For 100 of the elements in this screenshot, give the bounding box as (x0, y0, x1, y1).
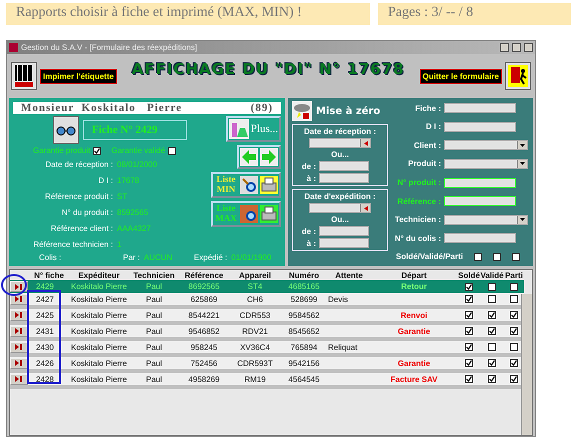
page-counter: Pages : 3/ -- / 8 (378, 3, 571, 25)
checkbox[interactable] (488, 359, 496, 367)
scrollbar[interactable] (521, 294, 532, 435)
table-row[interactable]: 2430 Koskitalo Pierre Paul 958245 XV36C4 765894 Reliquat (10, 341, 524, 357)
table-cell-text: 625869 (190, 294, 218, 304)
table-cell-text: Paul (144, 342, 163, 352)
checkbox[interactable] (488, 327, 496, 335)
column-header: Validé (480, 270, 504, 280)
column-header: N° fiche (33, 270, 65, 280)
checkbox[interactable] (465, 343, 473, 351)
column-header: Attente (334, 270, 364, 280)
record-pointer-icon (15, 296, 23, 302)
print-label-button[interactable]: Impimer l'étiquette (40, 68, 117, 84)
table-cell-text: RM19 (243, 374, 267, 384)
to-date-field[interactable] (319, 238, 369, 248)
table-cell-text: Facture SAV (390, 374, 438, 384)
checkbox[interactable] (488, 282, 496, 290)
checkbox[interactable] (465, 295, 473, 303)
checkbox[interactable] (474, 252, 482, 260)
checkbox[interactable] (510, 311, 518, 319)
checkbox[interactable] (493, 252, 501, 260)
filter-dropdown[interactable] (444, 158, 528, 169)
restore-button[interactable] (512, 43, 521, 52)
date-dropdown[interactable] (309, 138, 371, 148)
guarantee-label: Garantie produit (33, 146, 90, 155)
row-select-button[interactable] (10, 374, 28, 384)
table-cell-text: Reliquat (328, 342, 358, 352)
filter-label: N° produit : (396, 178, 441, 187)
checkbox[interactable] (510, 359, 518, 367)
filter-dropdown[interactable] (444, 214, 528, 225)
checkbox[interactable] (512, 252, 520, 260)
table-cell-text: 8692565 (187, 282, 221, 291)
checkbox[interactable] (465, 359, 473, 367)
from-date-field[interactable] (319, 161, 369, 171)
table-row[interactable]: 2427 Koskitalo Pierre Paul 625869 CH6 528699 Devis (10, 293, 524, 309)
dropdown-button[interactable] (517, 216, 527, 224)
table-row[interactable]: 2431 Koskitalo Pierre Paul 9546852 RDV21 8545652 Garantie (10, 325, 524, 341)
to-date-field[interactable] (319, 173, 369, 183)
table-cell-text: 9584562 (287, 310, 321, 320)
date-dropdown[interactable] (309, 203, 371, 213)
barcode-icon[interactable] (11, 62, 37, 90)
table-cell-text: Paul (144, 282, 163, 291)
minimize-button[interactable] (500, 43, 509, 52)
filter-field[interactable] (444, 233, 516, 244)
detail-label: Référence produit : (44, 192, 113, 200)
checkbox[interactable] (465, 375, 473, 383)
filter-field[interactable] (444, 103, 516, 113)
checkbox[interactable] (168, 146, 176, 154)
table-cell-text: Koskitalo Pierre (70, 326, 128, 336)
table-cell-text: 2428 (35, 374, 55, 384)
detail-label: N° du produit : (60, 208, 113, 216)
table-cell-text: 4564545 (287, 374, 321, 384)
row-select-button[interactable] (10, 326, 28, 336)
table-cell-text: 2427 (35, 294, 55, 304)
dropdown-button[interactable] (517, 160, 527, 168)
checkbox[interactable] (510, 282, 518, 290)
checkbox[interactable] (510, 375, 518, 383)
checkbox[interactable] (510, 343, 518, 351)
dropdown-button[interactable] (517, 141, 527, 150)
glasses-icon[interactable] (53, 116, 79, 144)
record-pointer-icon (15, 376, 23, 382)
quit-button[interactable]: Quitter le formulaire (420, 68, 502, 84)
checkbox[interactable] (465, 327, 473, 335)
filter-label: Référence : (396, 196, 441, 206)
checkbox[interactable] (93, 146, 102, 154)
row-select-button[interactable] (10, 342, 28, 352)
table-cell-text: 2426 (35, 358, 55, 368)
close-button[interactable] (524, 43, 533, 52)
checkbox[interactable] (465, 282, 473, 290)
filter-dropdown[interactable] (444, 140, 528, 150)
table-row[interactable]: 2428 Koskitalo Pierre Paul 4958269 RM19 4564545 Facture SAV (10, 373, 524, 389)
form-heading: AFFICHAGE DU "DI" N° 17678 (130, 60, 406, 78)
checkbox[interactable] (510, 295, 518, 303)
row-select-button[interactable] (10, 281, 28, 292)
reset-button[interactable]: Mise à zéro (292, 101, 388, 121)
row-select-button[interactable] (10, 358, 28, 368)
table-row[interactable]: 2426 Koskitalo Pierre Paul 752456 CDR593T 9542156 Garantie (10, 357, 524, 373)
detail-label: Référence technicien : (32, 240, 113, 248)
table-cell-text: Retour (400, 282, 428, 291)
table-row[interactable]: 2425 Koskitalo Pierre Paul 8544221 CDR553 9584562 Renvoi (10, 309, 524, 325)
to-label: à : (306, 174, 316, 182)
record-pointer-icon (15, 344, 23, 350)
filter-field[interactable] (444, 196, 516, 206)
checkbox[interactable] (488, 375, 496, 383)
filter-field[interactable] (444, 178, 516, 188)
table-cell-text: CDR593T (236, 358, 274, 368)
or-label: Ou... (331, 150, 349, 159)
window-title: Gestion du S.A.V - [Formulaire des réexpéditions] (21, 43, 198, 52)
checkbox[interactable] (510, 327, 518, 335)
filter-field[interactable] (444, 122, 516, 132)
from-date-field[interactable] (319, 226, 369, 236)
row-select-button[interactable] (10, 310, 28, 320)
table-cell-text: 2425 (35, 310, 55, 320)
column-header: Soldé (458, 270, 480, 280)
checkbox[interactable] (488, 311, 496, 319)
checkbox[interactable] (488, 343, 496, 351)
exit-door-icon[interactable] (505, 62, 531, 90)
record-pointer-icon (15, 284, 23, 290)
checkbox[interactable] (465, 311, 473, 319)
checkbox[interactable] (488, 295, 496, 303)
